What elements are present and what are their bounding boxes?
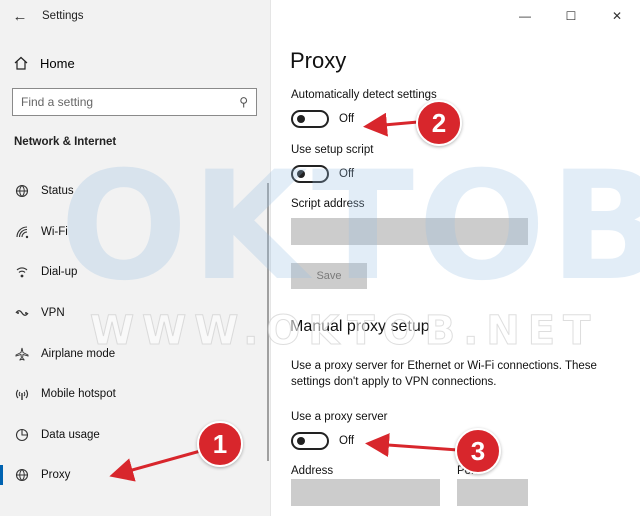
annotation-badge-2: 2 <box>416 100 462 146</box>
manual-proxy-description: Use a proxy server for Ethernet or Wi-Fi… <box>291 360 597 388</box>
auto-detect-toggle[interactable] <box>291 110 329 128</box>
sidebar-item-dialup[interactable]: Dial-up <box>0 252 271 293</box>
globe-icon <box>14 467 30 483</box>
home-link[interactable]: Home <box>12 52 75 74</box>
setup-script-label: Use setup script <box>291 144 374 156</box>
auto-detect-label: Automatically detect settings <box>291 89 437 101</box>
home-label: Home <box>40 55 75 71</box>
page-title: Proxy <box>290 48 347 73</box>
app-title: Settings <box>42 10 84 22</box>
toggle-knob <box>297 437 305 445</box>
sidebar-item-vpn[interactable]: VPN <box>0 293 271 334</box>
script-address-field[interactable] <box>291 218 528 245</box>
annotation-badge-3: 3 <box>455 428 501 474</box>
sidebar-item-label: Wi-Fi <box>41 225 68 238</box>
use-proxy-toggle[interactable] <box>291 432 329 450</box>
setup-script-toggle-row: Off <box>291 165 354 183</box>
sidebar-item-label: Data usage <box>41 428 100 441</box>
wifi-icon <box>14 224 30 240</box>
hotspot-icon <box>14 386 30 402</box>
window-controls: — ☐ ✕ <box>502 0 640 32</box>
auto-detect-state: Off <box>339 113 355 125</box>
title-bar: ← Settings <box>0 0 271 32</box>
minimize-button[interactable]: — <box>502 0 548 32</box>
main-pane: — ☐ ✕ Proxy Automatically detect setting… <box>272 0 640 516</box>
toggle-knob <box>297 115 305 123</box>
sidebar-item-label: Mobile hotspot <box>41 388 116 401</box>
back-button[interactable]: ← <box>0 0 40 32</box>
annotation-badge-1: 1 <box>197 421 243 467</box>
sidebar-item-label: Airplane mode <box>41 347 116 360</box>
sidebar-item-label: Proxy <box>41 469 71 482</box>
maximize-icon: ☐ <box>565 9 577 23</box>
sidebar-item-label: Status <box>41 185 74 198</box>
close-icon: ✕ <box>611 9 623 23</box>
script-address-label: Script address <box>291 198 365 210</box>
sidebar-item-label: Dial-up <box>41 266 78 279</box>
toggle-knob <box>297 170 305 178</box>
sidebar-item-status[interactable]: Status <box>0 171 271 212</box>
port-field[interactable] <box>457 479 528 506</box>
setup-script-toggle[interactable] <box>291 165 329 183</box>
search-input[interactable] <box>21 95 240 109</box>
back-arrow-icon: ← <box>12 7 28 25</box>
sidebar-scrollbar[interactable] <box>267 183 269 461</box>
globe-status-icon <box>14 183 30 199</box>
sidebar-item-wifi[interactable]: Wi-Fi <box>0 212 271 253</box>
save-button[interactable]: Save <box>291 263 367 289</box>
maximize-button[interactable]: ☐ <box>548 0 594 32</box>
sidebar-item-label: VPN <box>41 307 65 320</box>
setup-script-state: Off <box>339 168 355 180</box>
auto-detect-toggle-row: Off <box>291 110 354 128</box>
use-proxy-toggle-row: Off <box>291 432 354 450</box>
home-icon <box>12 56 30 70</box>
manual-proxy-heading: Manual proxy setup <box>290 318 430 335</box>
vpn-icon <box>14 305 30 321</box>
address-field[interactable] <box>291 479 440 506</box>
sidebar-item-airplane-mode[interactable]: Airplane mode <box>0 333 271 374</box>
use-proxy-label: Use a proxy server <box>291 411 388 423</box>
airplane-icon <box>14 346 30 362</box>
address-label: Address <box>291 465 334 477</box>
section-title: Network & Internet <box>14 136 117 148</box>
search-icon[interactable]: ⚲ <box>239 95 248 109</box>
data-usage-icon <box>14 427 30 443</box>
minimize-icon: — <box>519 9 531 23</box>
sidebar-item-mobile-hotspot[interactable]: Mobile hotspot <box>0 374 271 415</box>
dialup-icon <box>14 264 30 280</box>
close-button[interactable]: ✕ <box>594 0 640 32</box>
search-box[interactable]: ⚲ <box>12 88 257 116</box>
use-proxy-state: Off <box>339 435 355 447</box>
